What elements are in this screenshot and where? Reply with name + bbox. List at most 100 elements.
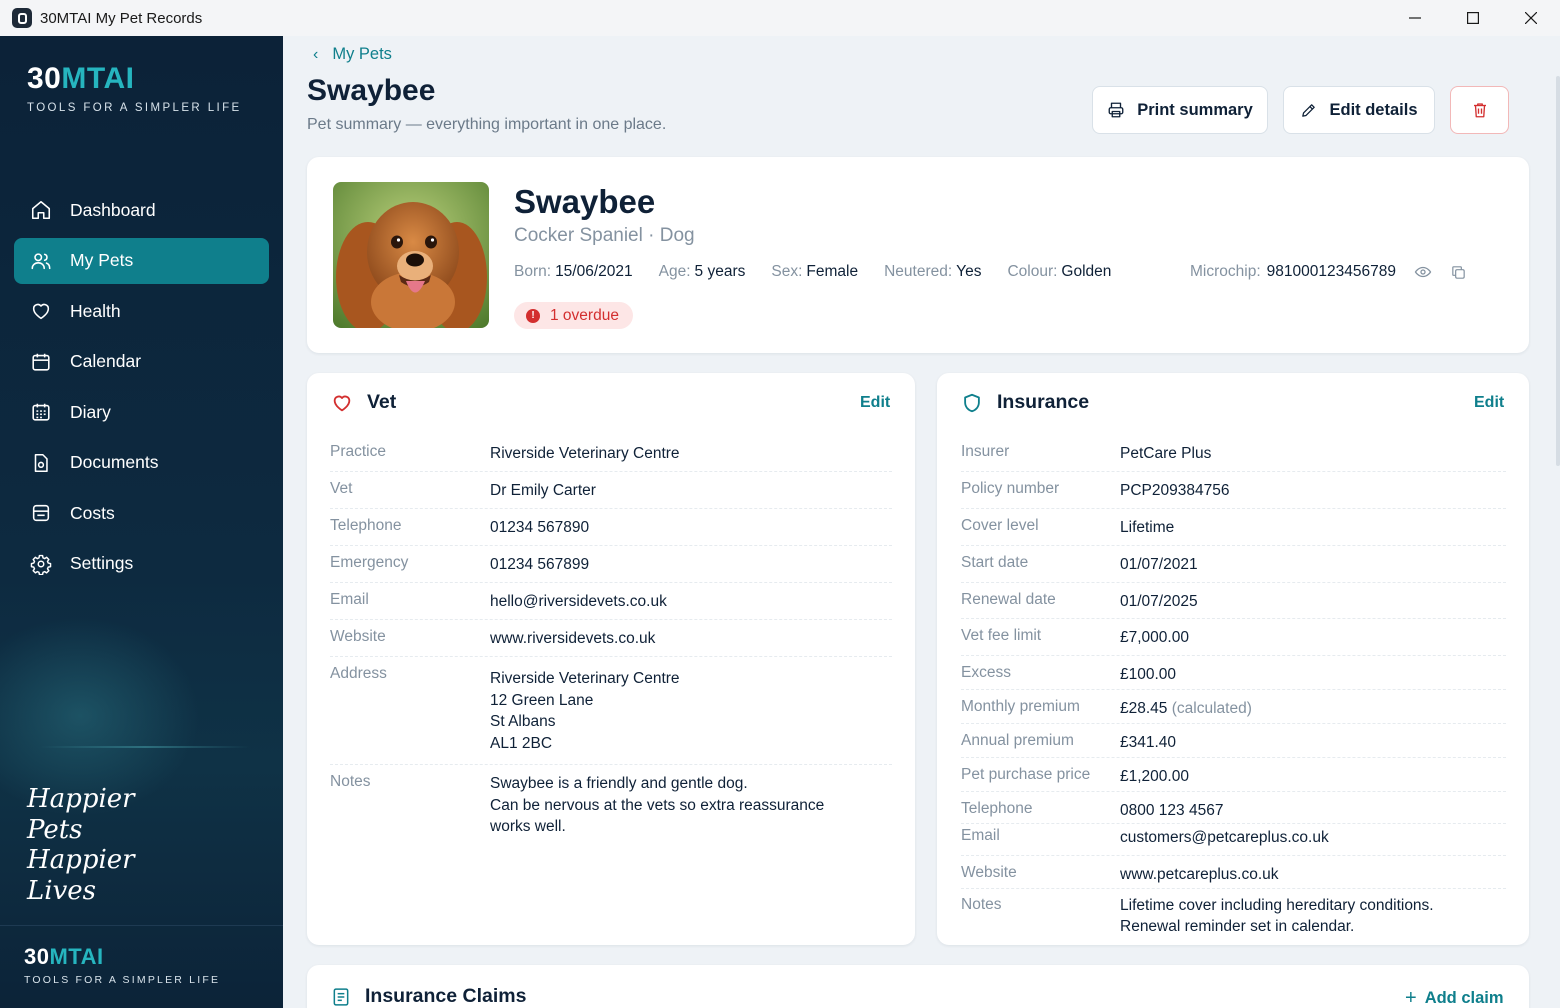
pet-photo xyxy=(333,182,489,328)
notes-line: Swaybee is a friendly and gentle dog. xyxy=(490,775,748,792)
slogan-line: Happier xyxy=(27,784,135,814)
brand-tagline: TOOLS FOR A SIMPLER LIFE xyxy=(27,102,242,114)
pet-facts: Born: 15/06/2021 Age: 5 years Sex: Female N… xyxy=(514,263,1137,281)
slogan-line: Pets xyxy=(27,814,83,845)
edit-details-label: Edit details xyxy=(1329,100,1418,119)
add-claim-button[interactable]: + Add claim xyxy=(1405,987,1504,1008)
notes-line: Lifetime cover including hereditary cond… xyxy=(1120,897,1434,914)
fact-value: Golden xyxy=(1061,263,1112,280)
sidebar-item-dashboard[interactable]: Dashboard xyxy=(14,187,269,233)
breadcrumb-link[interactable]: My Pets xyxy=(332,45,392,64)
insurance-claims-card: Insurance Claims + Add claim xyxy=(307,965,1529,1008)
row-value: 01234 567899 xyxy=(490,556,590,573)
row-label: Telephone xyxy=(961,800,1033,817)
row-label: Email xyxy=(961,827,1000,844)
sidebar-item-label: Health xyxy=(70,300,121,321)
users-icon xyxy=(31,252,51,269)
brand-logo-footer: 30MTAI TOOLS FOR A SIMPLER LIFE xyxy=(24,944,220,986)
pet-name: Swaybee xyxy=(514,183,656,220)
print-summary-label: Print summary xyxy=(1137,100,1253,119)
row-value: Swaybee is a friendly and gentle dog. Ca… xyxy=(490,773,824,838)
insurance-edit-link[interactable]: Edit xyxy=(1474,394,1504,412)
row-value: PCP209384756 xyxy=(1120,482,1230,499)
fact-neutered: Neutered: Yes xyxy=(884,263,981,281)
premium-note: (calculated) xyxy=(1171,700,1252,717)
row-value: Dr Emily Carter xyxy=(490,482,596,499)
fact-label: Age: xyxy=(658,263,691,280)
row-label: Annual premium xyxy=(961,732,1074,749)
breadcrumb[interactable]: ‹ My Pets xyxy=(313,45,392,64)
overdue-badge[interactable]: ! 1 overdue xyxy=(514,302,633,329)
eye-icon[interactable] xyxy=(1414,263,1432,281)
row-label: Insurer xyxy=(961,443,1010,460)
slogan-line: Happier xyxy=(27,845,135,875)
vet-row-telephone: Telephone 01234 567890 xyxy=(330,509,892,546)
sidebar-item-label: Calendar xyxy=(70,351,142,371)
sidebar-item-settings[interactable]: Settings xyxy=(14,541,269,587)
ins-row-excess: Excess £100.00 xyxy=(961,656,1506,690)
close-button[interactable] xyxy=(1502,0,1560,36)
row-label: Notes xyxy=(961,896,1002,913)
row-value: £100.00 xyxy=(1120,666,1177,683)
ins-row-notes: Notes Lifetime cover including hereditar… xyxy=(961,889,1506,937)
chevron-left-icon: ‹ xyxy=(313,45,319,63)
row-label: Policy number xyxy=(961,480,1060,497)
vet-row-vet: Vet Dr Emily Carter xyxy=(330,472,892,509)
maximize-icon xyxy=(1467,12,1479,24)
copy-icon[interactable] xyxy=(1450,264,1467,281)
row-value[interactable]: hello@riversidevets.co.uk xyxy=(490,591,667,613)
sidebar: 30MTAI TOOLS FOR A SIMPLER LIFE Dashboar… xyxy=(0,36,283,1008)
row-value: £7,000.00 xyxy=(1120,629,1189,646)
scrollbar[interactable] xyxy=(1556,76,1560,466)
sidebar-item-label: Settings xyxy=(70,553,134,573)
row-value[interactable]: customers@petcareplus.co.uk xyxy=(1120,827,1329,849)
row-value[interactable]: www.riversidevets.co.uk xyxy=(490,628,655,650)
row-value: Riverside Veterinary Centre 12 Green Lan… xyxy=(490,668,680,754)
row-label: Website xyxy=(961,864,1017,881)
microchip: Microchip: 981000123456789 xyxy=(1190,263,1467,281)
row-label: Vet fee limit xyxy=(961,627,1042,644)
ins-row-monthly-premium: Monthly premium £28.45 (calculated) xyxy=(961,690,1506,724)
row-label: Email xyxy=(330,591,369,608)
fact-label: Sex: xyxy=(771,263,803,280)
row-value: 01234 567890 xyxy=(490,519,590,536)
vet-row-notes: Notes Swaybee is a friendly and gentle d… xyxy=(330,765,892,845)
sidebar-item-label: My Pets xyxy=(70,250,134,270)
receipt-icon xyxy=(333,987,349,1006)
fact-colour: Colour: Golden xyxy=(1007,263,1111,281)
row-value[interactable]: www.petcareplus.co.uk xyxy=(1120,864,1279,886)
ins-row-renewal-date: Renewal date 01/07/2025 xyxy=(961,583,1506,619)
print-summary-button[interactable]: Print summary xyxy=(1092,86,1268,134)
wallet-icon xyxy=(32,504,50,522)
row-label: Excess xyxy=(961,664,1011,681)
window-controls xyxy=(1386,0,1560,36)
microchip-label: Microchip: xyxy=(1190,263,1261,280)
row-value: Riverside Veterinary Centre xyxy=(490,445,680,462)
home-icon xyxy=(31,200,51,220)
fact-value: Yes xyxy=(956,263,982,280)
sidebar-item-health[interactable]: Health xyxy=(14,288,269,334)
address-line: St Albans xyxy=(490,713,556,730)
edit-details-button[interactable]: Edit details xyxy=(1283,86,1435,134)
sidebar-item-documents[interactable]: Documents xyxy=(14,440,269,486)
fact-value: 15/06/2021 xyxy=(555,263,633,280)
sidebar-item-costs[interactable]: Costs xyxy=(14,490,269,536)
document-icon xyxy=(34,453,48,472)
ins-row-email: Email customers@petcareplus.co.uk xyxy=(961,824,1506,856)
ins-row-policy-number: Policy number PCP209384756 xyxy=(961,472,1506,509)
pet-profile-card: Swaybee Cocker Spaniel · Dog Born: 15/06/… xyxy=(307,157,1529,353)
sidebar-divider xyxy=(0,925,283,926)
row-label: Practice xyxy=(330,443,386,460)
maximize-button[interactable] xyxy=(1444,0,1502,36)
sidebar-item-my-pets[interactable]: My Pets xyxy=(14,237,269,284)
heart-icon xyxy=(32,303,50,320)
delete-pet-button[interactable] xyxy=(1450,86,1509,134)
row-label: Emergency xyxy=(330,554,409,571)
premium-value: £28.45 xyxy=(1120,700,1168,717)
vet-row-website: Website www.riversidevets.co.uk xyxy=(330,620,892,657)
minimize-button[interactable] xyxy=(1386,0,1444,36)
row-label: Vet xyxy=(330,480,353,497)
sidebar-item-calendar[interactable]: Calendar xyxy=(14,339,269,385)
vet-edit-link[interactable]: Edit xyxy=(860,394,890,412)
sidebar-item-diary[interactable]: Diary xyxy=(14,389,269,435)
